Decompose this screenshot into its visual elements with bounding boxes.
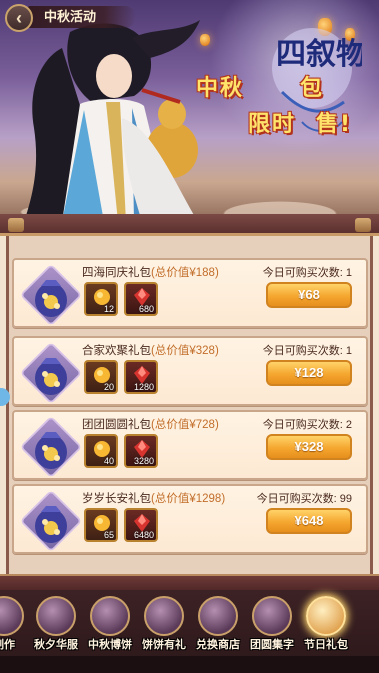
buy-button[interactable]: ¥68 bbox=[266, 282, 352, 308]
pack-name: 四海同庆礼包(总价值¥188) bbox=[82, 267, 219, 279]
item-quantity: 680 bbox=[138, 304, 154, 314]
gift-pack-card: 团团圆圆礼包(总价值¥728) 今日可购买次数: 2 40 3280 ¥328 bbox=[12, 410, 368, 480]
tab-label: 中秋博饼 bbox=[88, 639, 132, 651]
tab-mooncake-gift[interactable]: 饼饼有礼 bbox=[138, 596, 190, 656]
frame-ornament bbox=[355, 218, 371, 232]
mooncake-dice-icon bbox=[90, 596, 130, 636]
reward-item-ruby[interactable]: 6480 bbox=[124, 508, 158, 542]
tab-label: 饼饼有礼 bbox=[142, 639, 186, 651]
back-arrow-icon: ‹ bbox=[16, 7, 22, 28]
festival-pack-icon bbox=[306, 596, 346, 636]
bottom-edge bbox=[0, 656, 379, 673]
pack-name: 岁岁长安礼包(总价值¥1298) bbox=[82, 493, 226, 505]
header-bar: 中秋活动 ‹ bbox=[0, 0, 379, 34]
item-quantity: 20 bbox=[103, 382, 114, 392]
costume-icon bbox=[36, 596, 76, 636]
tab-exchange-shop[interactable]: 兑换商店 bbox=[192, 596, 244, 656]
gift-bag-icon bbox=[35, 358, 67, 395]
tab-mooncake-dice[interactable]: 中秋博饼 bbox=[84, 596, 136, 656]
mooncake-gift-icon bbox=[144, 596, 184, 636]
banner-title-line2: 限时 售! bbox=[248, 112, 353, 137]
gift-pack-card: 四海同庆礼包(总价值¥188) 今日可购买次数: 1 12 680 ¥68 bbox=[12, 258, 368, 328]
tab-label: 节日礼包 bbox=[304, 639, 348, 651]
reward-item-ruby[interactable]: 680 bbox=[124, 282, 158, 316]
reward-item-gold[interactable]: 65 bbox=[84, 508, 118, 542]
back-button[interactable]: ‹ bbox=[5, 4, 33, 32]
banner-title-line1: 中秋包 bbox=[196, 76, 325, 101]
tab-costume[interactable]: 秋夕华服 bbox=[30, 596, 82, 656]
item-quantity: 40 bbox=[103, 456, 114, 466]
item-quantity: 6480 bbox=[133, 530, 154, 540]
tab-label: 兑换商店 bbox=[196, 639, 240, 651]
exchange-shop-icon bbox=[198, 596, 238, 636]
reward-item-gold[interactable]: 12 bbox=[84, 282, 118, 316]
reward-item-gold[interactable]: 40 bbox=[84, 434, 118, 468]
purchase-limit: 今日可购买次数: 1 bbox=[262, 267, 352, 279]
frame-ornament bbox=[8, 218, 24, 232]
craft-icon bbox=[0, 596, 24, 636]
gift-bag-icon bbox=[35, 280, 67, 317]
gift-bag-icon bbox=[35, 432, 67, 469]
item-quantity: 1280 bbox=[133, 382, 154, 392]
gift-bag-icon bbox=[35, 506, 67, 543]
buy-button[interactable]: ¥328 bbox=[266, 434, 352, 460]
item-quantity: 12 bbox=[103, 304, 114, 314]
panel-top-frame bbox=[0, 214, 379, 236]
reward-item-ruby[interactable]: 3280 bbox=[124, 434, 158, 468]
item-quantity: 65 bbox=[103, 530, 114, 540]
buy-button[interactable]: ¥648 bbox=[266, 508, 352, 534]
event-banner: 四叙物 中秋包 限时 售! 中秋活动 ‹ bbox=[0, 0, 379, 222]
buy-button[interactable]: ¥128 bbox=[266, 360, 352, 386]
character-illustration bbox=[24, 20, 200, 222]
purchase-limit: 今日可购买次数: 1 bbox=[262, 345, 352, 357]
purchase-limit: 今日可购买次数: 2 bbox=[262, 419, 352, 431]
collect-words-icon bbox=[252, 596, 292, 636]
purchase-limit: 今日可购买次数: 99 bbox=[256, 493, 352, 505]
gift-pack-card: 合家欢聚礼包(总价值¥328) 今日可购买次数: 1 20 1280 ¥128 bbox=[12, 336, 368, 406]
reward-item-ruby[interactable]: 1280 bbox=[124, 360, 158, 394]
tab-festival-pack[interactable]: 节日礼包 bbox=[300, 596, 352, 656]
tab-label: 秋夕华服 bbox=[34, 639, 78, 651]
pack-name: 合家欢聚礼包(总价值¥328) bbox=[82, 345, 219, 357]
gift-pack-card: 岁岁长安礼包(总价值¥1298) 今日可购买次数: 99 65 6480 ¥64… bbox=[12, 484, 368, 554]
reward-item-gold[interactable]: 20 bbox=[84, 360, 118, 394]
page-title: 中秋活动 bbox=[28, 6, 136, 28]
tab-label: 团圆集字 bbox=[250, 639, 294, 651]
svg-text:四叙物: 四叙物 bbox=[276, 37, 362, 72]
tab-collect-words[interactable]: 团圆集字 bbox=[246, 596, 298, 656]
item-quantity: 3280 bbox=[133, 456, 154, 466]
pack-name: 团团圆圆礼包(总价值¥728) bbox=[82, 419, 219, 431]
